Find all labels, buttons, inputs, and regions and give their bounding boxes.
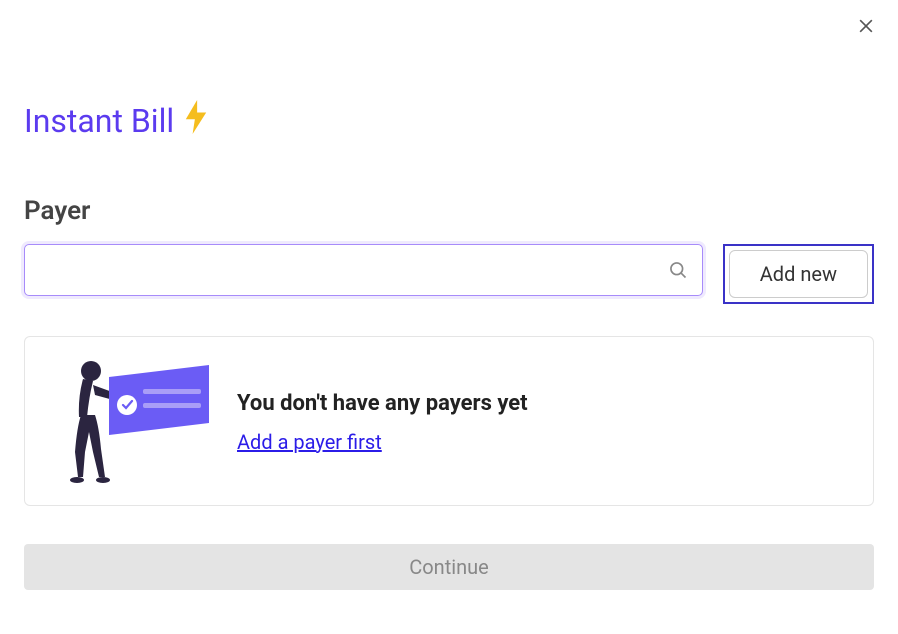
add-new-button[interactable]: Add new [729,250,868,298]
empty-state-card: You don't have any payers yet Add a paye… [24,336,874,506]
empty-state-heading: You don't have any payers yet [237,391,528,416]
close-button[interactable] [852,14,880,42]
payer-search-input[interactable] [25,245,702,295]
payer-label: Payer [24,196,874,226]
lightning-bolt-icon [182,100,210,142]
add-new-highlight: Add new [723,244,874,304]
page-title: Instant Bill [24,100,874,142]
empty-state-illustration [53,357,213,487]
page-title-text: Instant Bill [24,102,174,140]
continue-button[interactable]: Continue [24,544,874,590]
search-icon [668,260,688,280]
close-icon [856,16,876,40]
add-payer-link[interactable]: Add a payer first [237,430,528,454]
payer-search-wrapper [24,244,703,296]
